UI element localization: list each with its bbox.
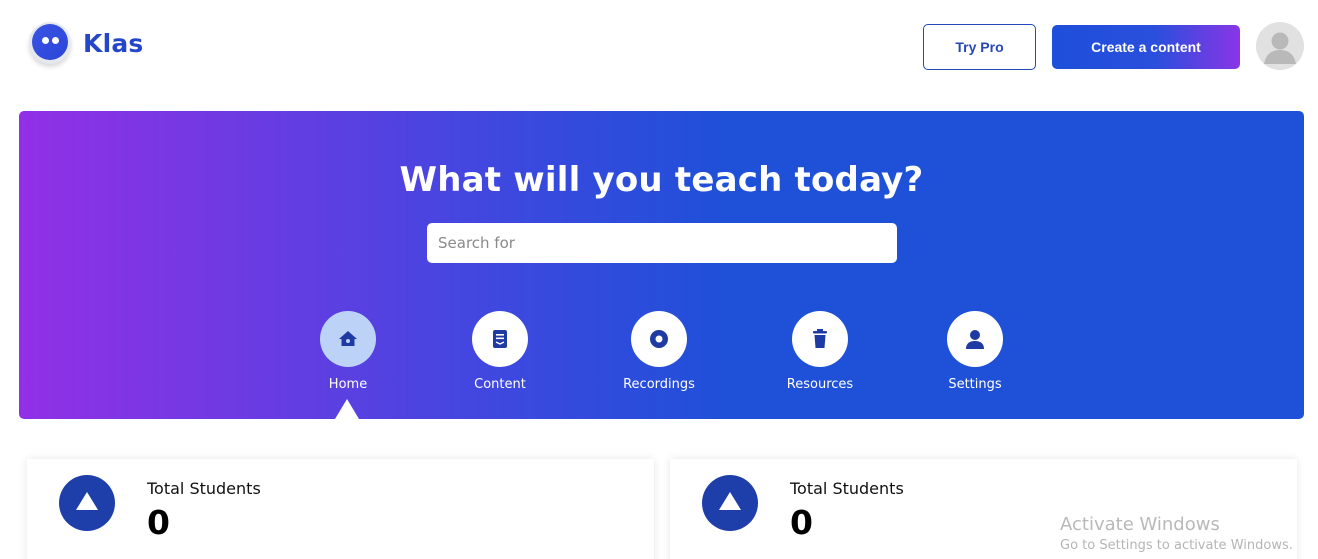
active-indicator: [335, 399, 359, 419]
hero-banner: What will you teach today? Home Content: [19, 111, 1304, 419]
try-pro-button[interactable]: Try Pro: [923, 24, 1036, 70]
stat-title: Total Students: [790, 479, 904, 498]
hero-title: What will you teach today?: [399, 160, 924, 200]
user-avatar-icon: [1256, 22, 1304, 70]
stat-title: Total Students: [147, 479, 261, 498]
stat-card: Total Students 0: [27, 459, 654, 559]
logo[interactable]: Klas: [29, 22, 144, 64]
nav-item-resources[interactable]: Resources: [770, 311, 870, 392]
stat-value: 0: [790, 503, 813, 542]
trash-icon: [792, 311, 848, 367]
watermark-subtitle: Go to Settings to activate Windows.: [1060, 538, 1293, 553]
nav-label-recordings: Recordings: [623, 377, 695, 392]
nav-label-resources: Resources: [786, 377, 854, 392]
search-input[interactable]: [427, 223, 897, 263]
activation-watermark: Activate Windows Go to Settings to activ…: [1060, 514, 1293, 553]
document-icon: [472, 311, 528, 367]
app-name: Klas: [83, 28, 144, 58]
home-icon: [320, 311, 376, 367]
nav-item-content[interactable]: Content: [450, 311, 550, 392]
record-icon: [631, 311, 687, 367]
nav-label-content: Content: [474, 377, 526, 392]
top-bar: Klas Try Pro Create a content: [0, 0, 1318, 100]
watermark-title: Activate Windows: [1060, 514, 1220, 535]
triangle-icon: [59, 475, 115, 531]
nav-label-settings: Settings: [948, 377, 1002, 392]
stat-value: 0: [147, 503, 170, 542]
logo-icon: [29, 22, 71, 64]
avatar[interactable]: [1256, 22, 1304, 70]
nav-label-home: Home: [328, 377, 368, 392]
nav-item-recordings[interactable]: Recordings: [609, 311, 709, 392]
create-content-button[interactable]: Create a content: [1052, 25, 1240, 69]
triangle-icon: [702, 475, 758, 531]
nav-item-settings[interactable]: Settings: [925, 311, 1025, 392]
user-icon: [947, 311, 1003, 367]
nav-item-home[interactable]: Home: [298, 311, 398, 392]
